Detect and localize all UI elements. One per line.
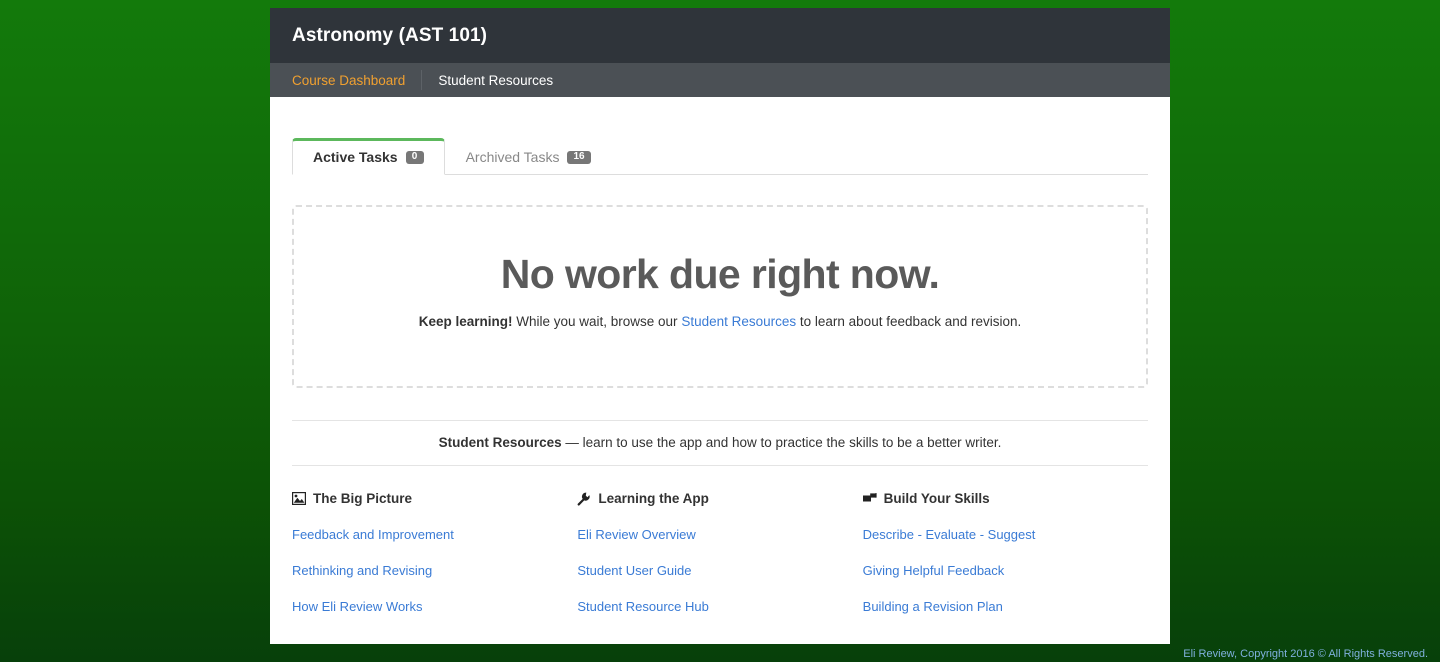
empty-state-subtext-after: to learn about feedback and revision.	[796, 313, 1022, 329]
resource-link-describe-evaluate-suggest[interactable]: Describe - Evaluate - Suggest	[863, 527, 1148, 542]
app-window: Astronomy (AST 101) Course Dashboard Stu…	[270, 8, 1170, 644]
resource-link-rethinking-and-revising[interactable]: Rethinking and Revising	[292, 563, 577, 578]
titlebar: Astronomy (AST 101)	[270, 8, 1170, 63]
resource-link-eli-review-overview[interactable]: Eli Review Overview	[577, 527, 862, 542]
resource-column-build-your-skills: Build Your Skills Describe - Evaluate - …	[862, 491, 1148, 614]
resource-columns: The Big Picture Feedback and Improvement…	[292, 491, 1148, 614]
tab-active-tasks-badge: 0	[405, 150, 424, 164]
resource-link-student-resource-hub[interactable]: Student Resource Hub	[577, 599, 862, 614]
nav-item-student-resources[interactable]: Student Resources	[422, 63, 569, 97]
nav-item-student-resources-label: Student Resources	[438, 72, 554, 88]
empty-state-headline: No work due right now.	[500, 250, 940, 297]
tab-active-tasks-label: Active Tasks	[313, 149, 398, 165]
resource-column-big-picture-header: The Big Picture	[292, 491, 577, 506]
empty-state-subtext-before: While you wait, browse our	[512, 313, 682, 329]
resource-link-building-a-revision-plan[interactable]: Building a Revision Plan	[863, 599, 1148, 614]
empty-state-subtext: Keep learning! While you wait, browse ou…	[419, 314, 1022, 329]
tab-archived-tasks-label: Archived Tasks	[465, 149, 560, 165]
footer-copyright: Eli Review, Copyright 2016 © All Rights …	[1183, 648, 1428, 660]
empty-state-panel: No work due right now. Keep learning! Wh…	[292, 205, 1148, 388]
resources-divider: Student Resources — learn to use the app…	[292, 420, 1148, 466]
resource-column-big-picture: The Big Picture Feedback and Improvement…	[292, 491, 577, 614]
tab-archived-tasks[interactable]: Archived Tasks 16	[445, 138, 612, 175]
resource-column-learning-the-app-title: Learning the App	[598, 491, 709, 506]
resource-link-feedback-and-improvement[interactable]: Feedback and Improvement	[292, 527, 577, 542]
navbar: Course Dashboard Student Resources	[270, 63, 1170, 97]
course-title: Astronomy (AST 101)	[292, 24, 488, 46]
resource-column-big-picture-title: The Big Picture	[313, 491, 413, 506]
tab-archived-tasks-badge: 16	[567, 150, 591, 164]
resource-link-giving-helpful-feedback[interactable]: Giving Helpful Feedback	[863, 563, 1148, 578]
task-tabs: Active Tasks 0 Archived Tasks 16	[292, 97, 1148, 175]
picture-icon	[292, 492, 306, 506]
student-resources-link[interactable]: Student Resources	[681, 314, 796, 329]
resources-divider-bold: Student Resources	[438, 435, 562, 450]
tab-active-tasks[interactable]: Active Tasks 0	[292, 138, 445, 175]
resource-column-build-your-skills-header: Build Your Skills	[862, 491, 1148, 506]
nav-item-course-dashboard-label: Course Dashboard	[292, 72, 406, 88]
resource-column-learning-the-app-header: Learning the App	[577, 491, 862, 506]
resource-link-how-eli-review-works[interactable]: How Eli Review Works	[292, 599, 577, 614]
resources-divider-rest: — learn to use the app and how to practi…	[561, 435, 1002, 450]
wrench-icon	[577, 492, 591, 506]
nav-item-course-dashboard[interactable]: Course Dashboard	[292, 63, 421, 97]
empty-state-subtext-bold: Keep learning!	[418, 313, 513, 329]
resource-column-learning-the-app: Learning the App Eli Review Overview Stu…	[577, 491, 862, 614]
main-content: Active Tasks 0 Archived Tasks 16 No work…	[270, 97, 1170, 644]
resource-column-build-your-skills-title: Build Your Skills	[883, 491, 990, 506]
bullhorn-icon	[862, 492, 877, 506]
resource-link-student-user-guide[interactable]: Student User Guide	[577, 563, 862, 578]
